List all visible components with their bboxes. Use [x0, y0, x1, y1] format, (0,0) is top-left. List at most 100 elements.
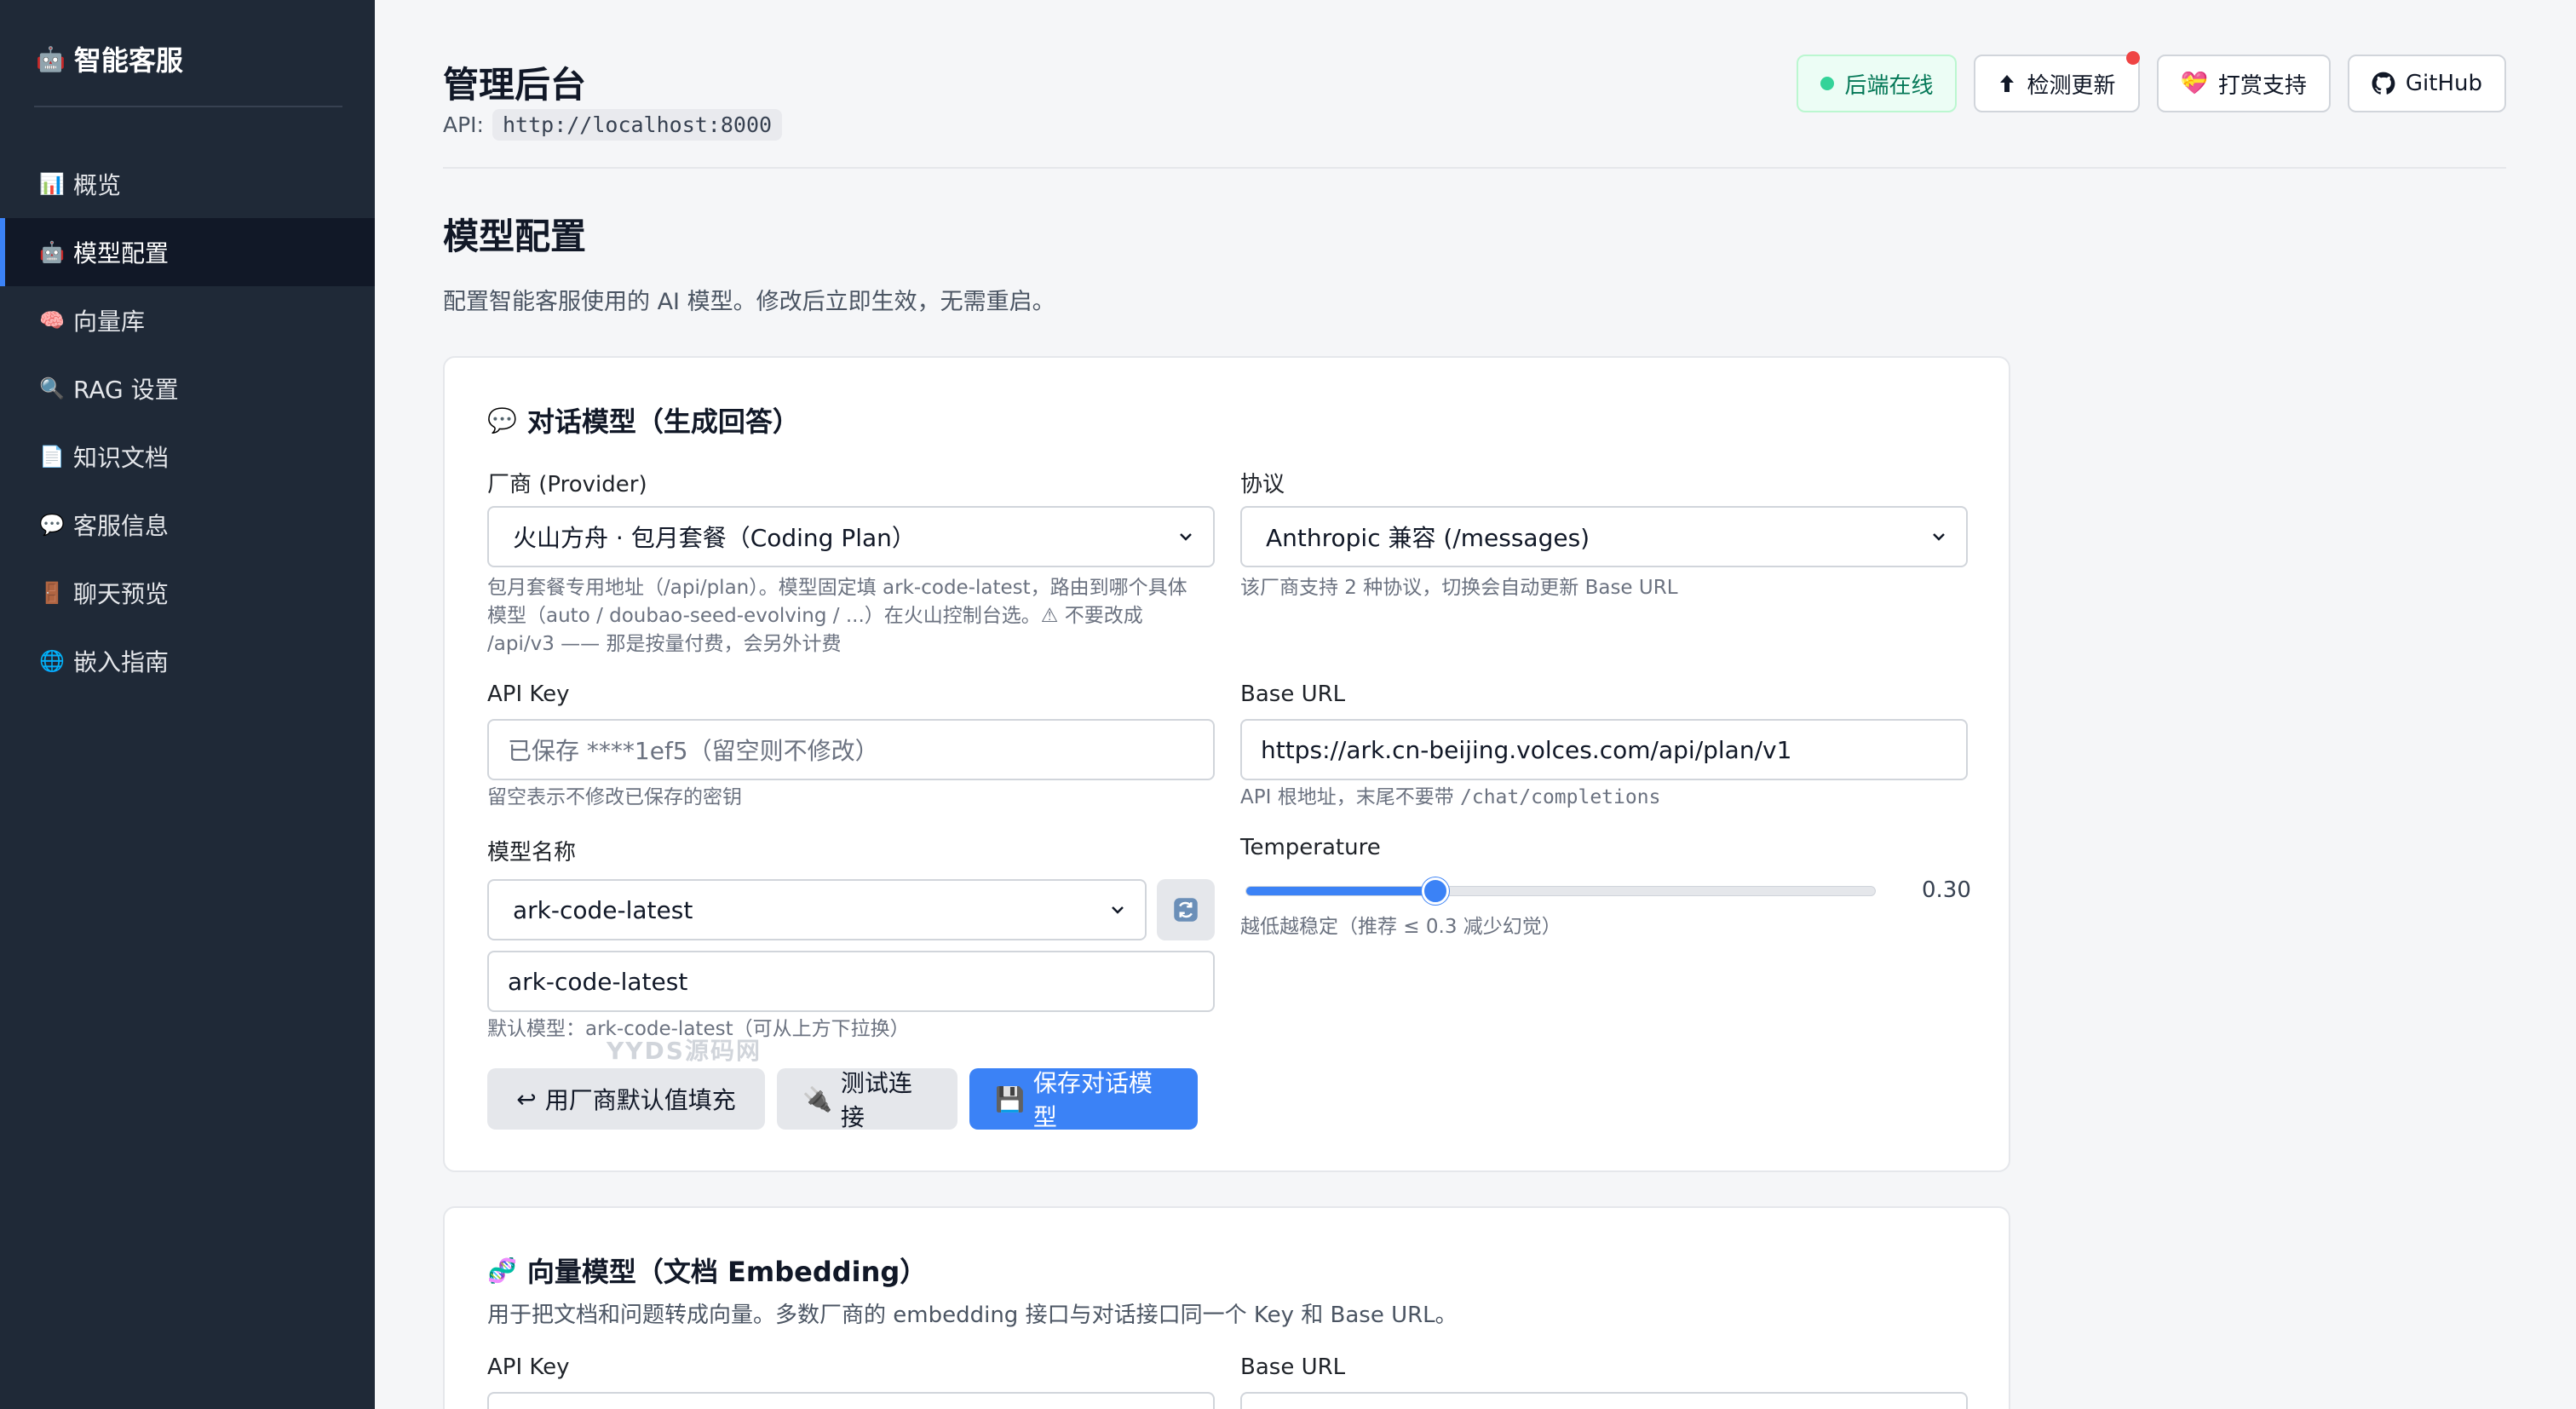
- backend-status-badge: 后端在线: [1797, 55, 1958, 112]
- section-title: 模型配置: [443, 216, 587, 257]
- base-url-hint-code: /chat/completions: [1460, 786, 1661, 808]
- test-connection-label: 测试连接: [840, 1069, 912, 1131]
- temperature-slider-fill: [1246, 887, 1435, 895]
- provider-select[interactable]: 火山方舟 · 包月套餐（Coding Plan）: [487, 506, 1215, 567]
- api-endpoint: API: http://localhost:8000: [443, 109, 783, 141]
- test-connection-button[interactable]: 🔌 测试连接: [777, 1068, 957, 1131]
- api-key-placeholder: 已保存 ****1ef5（留空则不修改）: [508, 737, 879, 765]
- sidebar-divider: [34, 106, 342, 107]
- embedding-model-title-text: 向量模型（文档 Embedding）: [526, 1256, 928, 1288]
- provider-hint-line: 模型（auto / doubao-seed-evolving / ...）在火山…: [487, 605, 1143, 627]
- model-name-value: ark-code-latest: [508, 967, 688, 996]
- protocol-select[interactable]: Anthropic 兼容 (/messages): [1240, 506, 1968, 567]
- support-button[interactable]: 💝 打赏支持: [2156, 55, 2331, 112]
- sidebar-item-model-config[interactable]: 🤖 模型配置: [0, 218, 375, 286]
- status-dot-icon: [1820, 77, 1835, 90]
- sidebar-item-label: 概览: [73, 171, 122, 199]
- sidebar-item-overview[interactable]: 📊 概览: [0, 150, 375, 218]
- sidebar: 🤖 智能客服 📊 概览 🤖 模型配置 🧠 向量库 🔍 RAG 设置 📄 知识文档…: [0, 0, 375, 1409]
- brand[interactable]: 🤖 智能客服: [36, 39, 183, 78]
- embedding-model-title: 🧬 向量模型（文档 Embedding）: [487, 1251, 927, 1290]
- sidebar-item-label: RAG 设置: [73, 376, 179, 404]
- protocol-label: 协议: [1240, 472, 1285, 497]
- embedding-api-key-label: API Key: [487, 1354, 570, 1380]
- chat-model-title-text: 对话模型（生成回答）: [526, 405, 800, 438]
- check-update-button[interactable]: 检测更新: [1974, 51, 2140, 112]
- status-text: 后端在线: [1844, 72, 1934, 99]
- base-url-label: Base URL: [1240, 681, 1346, 707]
- save-chat-model-label: 保存对话模型: [1032, 1069, 1153, 1131]
- embedding-base-url-input[interactable]: [1240, 1392, 1968, 1409]
- brain-icon: 🧠: [39, 308, 65, 332]
- notification-dot-icon: [2125, 51, 2140, 65]
- refresh-models-button[interactable]: [1157, 879, 1215, 940]
- handshake-heart-icon: 💝: [2180, 71, 2208, 96]
- embedding-base-url-label: Base URL: [1240, 1354, 1346, 1380]
- sidebar-item-label: 嵌入指南: [73, 648, 170, 676]
- api-url: http://localhost:8000: [492, 109, 783, 141]
- refresh-icon: [1174, 898, 1198, 922]
- protocol-hint: 该厂商支持 2 种协议，切换会自动更新 Base URL: [1240, 577, 1678, 599]
- fill-defaults-button[interactable]: ↩ 用厂商默认值填充: [487, 1068, 765, 1130]
- support-label: 打赏支持: [2217, 72, 2307, 99]
- brand-title: 智能客服: [73, 44, 183, 77]
- provider-hint-line: /api/v3 —— 那是按量付费，会另外计费: [487, 633, 842, 655]
- provider-hint: 包月套餐专用地址（/api/plan）。模型固定填 ark-code-lates…: [487, 574, 1220, 658]
- save-chat-model-button[interactable]: 💾 保存对话模型: [969, 1068, 1198, 1131]
- chat-model-title: 💬 对话模型（生成回答）: [487, 400, 800, 440]
- top-actions: 后端在线 检测更新 💝 打赏支持 GitHub: [1797, 51, 2506, 112]
- model-name-input[interactable]: ark-code-latest: [487, 951, 1215, 1012]
- sidebar-item-label: 知识文档: [73, 444, 170, 472]
- base-url-input[interactable]: https://ark.cn-beijing.volces.com/api/pl…: [1240, 719, 1968, 780]
- temperature-hint: 越低越稳定（推荐 ≤ 0.3 减少幻觉）: [1240, 916, 1561, 938]
- sidebar-item-embed-guide[interactable]: 🌐 嵌入指南: [0, 627, 375, 695]
- sidebar-item-label: 向量库: [73, 308, 146, 336]
- api-label: API:: [443, 112, 484, 137]
- sidebar-item-label: 客服信息: [73, 512, 170, 540]
- sidebar-item-vector-store[interactable]: 🧠 向量库: [0, 286, 375, 354]
- floppy-disk-icon: 💾: [995, 1084, 1025, 1113]
- section-description: 配置智能客服使用的 AI 模型。修改后立即生效，无需重启。: [443, 289, 1055, 315]
- temperature-slider-thumb[interactable]: [1422, 877, 1449, 905]
- api-key-input[interactable]: 已保存 ****1ef5（留空则不修改）: [487, 719, 1215, 780]
- chart-icon: 📊: [39, 172, 65, 196]
- protocol-select-value: Anthropic 兼容 (/messages): [1266, 524, 1590, 552]
- fill-defaults-label: 用厂商默认值填充: [544, 1086, 736, 1114]
- globe-icon: 🌐: [39, 649, 65, 673]
- temperature-value: 0.30: [1922, 877, 1971, 903]
- github-button[interactable]: GitHub: [2347, 55, 2506, 112]
- provider-select-value: 火山方舟 · 包月套餐（Coding Plan）: [513, 524, 916, 552]
- embedding-description: 用于把文档和问题转成向量。多数厂商的 embedding 接口与对话接口同一个 …: [487, 1303, 1458, 1328]
- model-select[interactable]: ark-code-latest: [487, 879, 1147, 940]
- sidebar-item-rag-settings[interactable]: 🔍 RAG 设置: [0, 354, 375, 423]
- plug-icon: 🔌: [802, 1084, 832, 1113]
- speech-bubble-icon: 💬: [39, 513, 65, 537]
- sidebar-item-label: 模型配置: [73, 239, 170, 267]
- embedding-model-card: 🧬 向量模型（文档 Embedding） 用于把文档和问题转成向量。多数厂商的 …: [443, 1206, 2010, 1409]
- base-url-hint: API 根地址，末尾不要带 /chat/completions: [1240, 784, 1660, 812]
- sidebar-item-chat-preview[interactable]: 🚪 聊天预览: [0, 559, 375, 627]
- arrow-up-icon: [2000, 75, 2015, 92]
- chevron-down-icon: [1180, 533, 1192, 541]
- github-icon: [2372, 72, 2395, 95]
- chevron-down-icon: [1933, 533, 1945, 541]
- page-title: 管理后台: [443, 64, 587, 106]
- sidebar-item-label: 聊天预览: [73, 580, 170, 608]
- model-select-value: ark-code-latest: [513, 895, 693, 924]
- dna-icon: 🧬: [487, 1256, 517, 1285]
- door-icon: 🚪: [39, 581, 65, 605]
- return-arrow-icon: ↩: [516, 1084, 537, 1113]
- robot-icon: 🤖: [39, 240, 65, 264]
- base-url-hint-text: API 根地址，末尾不要带: [1240, 786, 1454, 808]
- embedding-api-key-input[interactable]: [487, 1392, 1215, 1409]
- provider-label: 厂商 (Provider): [487, 472, 647, 497]
- search-icon: 🔍: [39, 377, 65, 400]
- github-label: GitHub: [2405, 71, 2482, 96]
- base-url-value: https://ark.cn-beijing.volces.com/api/pl…: [1261, 735, 1792, 764]
- sidebar-nav: 📊 概览 🤖 模型配置 🧠 向量库 🔍 RAG 设置 📄 知识文档 💬 客服信息…: [0, 150, 375, 695]
- sidebar-item-knowledge-docs[interactable]: 📄 知识文档: [0, 423, 375, 491]
- model-name-label: 模型名称: [487, 840, 577, 866]
- temperature-slider[interactable]: [1245, 877, 1876, 905]
- temperature-label: Temperature: [1240, 835, 1381, 860]
- sidebar-item-service-info[interactable]: 💬 客服信息: [0, 491, 375, 559]
